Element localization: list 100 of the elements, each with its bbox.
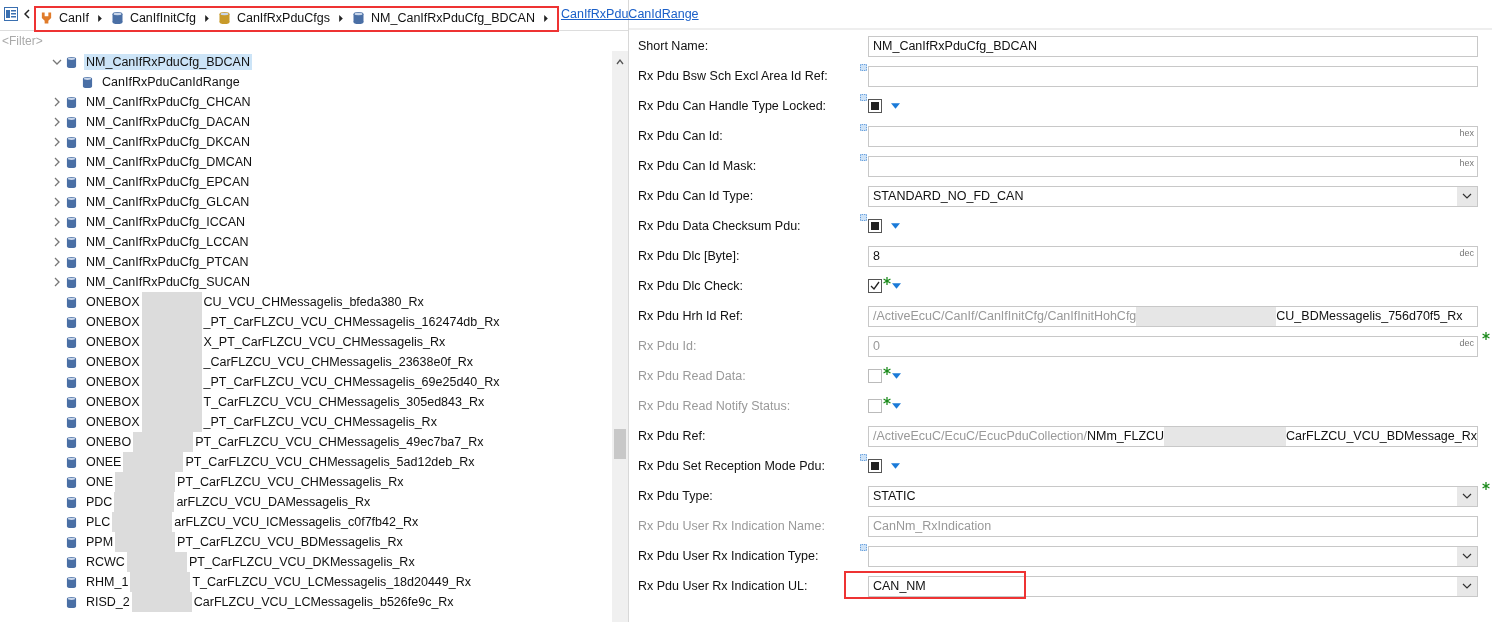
- tree-item[interactable]: NM_CanIfRxPduCfg_EPCAN: [84, 174, 252, 190]
- field-value: NM_CanIfRxPduCfg_BDCAN: [873, 39, 1037, 53]
- tree-item-text: _PT_CarFLZCU_VCU_CHMessagelis_Rx: [202, 414, 438, 430]
- text-field[interactable]: hex: [868, 155, 1478, 177]
- field-label: Rx Pdu User Rx Indication Type:: [638, 548, 820, 565]
- field-label: Rx Pdu User Rx Indication UL:: [638, 578, 809, 595]
- expander-icon[interactable]: [52, 197, 62, 207]
- field-label: Short Name:: [638, 38, 710, 55]
- tree-item[interactable]: NM_CanIfRxPduCfg_DACAN: [84, 114, 252, 130]
- tree-item[interactable]: RCWC: [84, 554, 127, 570]
- tree-item[interactable]: NM_CanIfRxPduCfg_LCCAN: [84, 234, 251, 250]
- unit-label: dec: [1459, 247, 1474, 258]
- chevron-down-icon: [1462, 191, 1472, 201]
- tree-item[interactable]: ONEE: [84, 454, 124, 470]
- dropdown-arrow-icon[interactable]: [891, 103, 900, 109]
- dropdown[interactable]: STATIC: [868, 485, 1478, 507]
- tree-item[interactable]: ONEBOX: [84, 354, 142, 370]
- breadcrumb-item[interactable]: CanIfInitCfg: [129, 11, 196, 25]
- dropdown[interactable]: CAN_NM: [868, 575, 1478, 597]
- field-label: Rx Pdu Can Id Type:: [638, 188, 755, 205]
- tree-item[interactable]: PDC: [84, 494, 115, 510]
- view-icon[interactable]: [4, 7, 18, 21]
- tree-item-text: CU_VCU_CHMessagelis_bfeda380_Rx: [202, 294, 425, 310]
- cylinder-icon: [66, 95, 77, 109]
- tree-item[interactable]: NM_CanIfRxPduCfg_DMCAN: [84, 154, 255, 170]
- tree-item[interactable]: ONEBOX: [84, 394, 142, 410]
- chevron-down-icon: [1462, 491, 1472, 501]
- tree-item[interactable]: ONEBOX: [84, 334, 142, 350]
- scroll-thumb[interactable]: [614, 429, 626, 459]
- reference-field[interactable]: /ActiveEcuC/CanIf/CanIfInitCfg/CanIfInitHohCfg CU_BDMessagelis_756d70f5_Rx: [868, 305, 1478, 327]
- breadcrumb-item[interactable]: CanIfRxPduCfgs: [236, 11, 330, 25]
- breadcrumb-item[interactable]: NM_CanIfRxPduCfg_BDCAN: [371, 11, 535, 25]
- scrollbar[interactable]: [612, 51, 628, 622]
- text-field[interactable]: hex: [868, 125, 1478, 147]
- expander-icon[interactable]: [52, 177, 62, 187]
- reference-field[interactable]: /ActiveEcuC/EcuC/EcucPduCollection/NMm_FLZCU CarFLZCU_VCU_BDMessage_Rx: [868, 425, 1478, 447]
- tree-item[interactable]: ONEBOX: [84, 414, 142, 430]
- chevron-down-icon: [1462, 581, 1472, 591]
- field-label: Rx Pdu Read Data:: [638, 368, 747, 385]
- tree-item[interactable]: ONEBOX: [84, 374, 142, 390]
- expander-icon[interactable]: [52, 97, 62, 107]
- tree-item[interactable]: NM_CanIfRxPduCfg_SUCAN: [84, 274, 252, 290]
- tree-item[interactable]: ONE: [84, 474, 116, 490]
- field-label: Rx Pdu Type:: [638, 488, 714, 505]
- unit-label: dec: [1459, 337, 1474, 348]
- tree-item[interactable]: ONEBO: [84, 434, 134, 450]
- cylinder-icon: [66, 595, 77, 609]
- tree-item-text: CarFLZCU_VCU_LCMessagelis_b526fe9c_Rx: [192, 594, 455, 610]
- field-value: CU_BDMessagelis_756d70f5_Rx: [1276, 309, 1463, 323]
- tree-item[interactable]: ONEBOX: [84, 294, 142, 310]
- tree-item[interactable]: NM_CanIfRxPduCfg_ICCAN: [84, 214, 248, 230]
- expander-icon[interactable]: [52, 277, 62, 287]
- breadcrumb-link[interactable]: CanIfRxPduCanIdRange: [560, 7, 699, 21]
- tree-item[interactable]: RISD_2: [84, 594, 132, 610]
- expander-icon[interactable]: [52, 137, 62, 147]
- expander-icon[interactable]: [52, 117, 62, 127]
- field-label: Rx Pdu Can Id:: [638, 128, 724, 145]
- expander-icon[interactable]: [52, 237, 62, 247]
- tree-item[interactable]: NM_CanIfRxPduCfg_PTCAN: [84, 254, 251, 270]
- back-icon[interactable]: [24, 9, 30, 19]
- tree-item[interactable]: NM_CanIfRxPduCfg_GLCAN: [84, 194, 252, 210]
- tree-item[interactable]: PPM: [84, 534, 116, 550]
- redaction-blur: [141, 292, 202, 312]
- field-value: /ActiveEcuC/EcuC/EcucPduCollection/: [873, 429, 1087, 443]
- cylinder-icon: [82, 75, 93, 89]
- field-label: Rx Pdu Can Handle Type Locked:: [638, 98, 828, 115]
- tree-item[interactable]: PLC: [84, 514, 113, 530]
- tree-item[interactable]: NM_CanIfRxPduCfg_CHCAN: [84, 94, 253, 110]
- cylinder-icon: [66, 575, 77, 589]
- text-field[interactable]: 8 dec: [868, 245, 1478, 267]
- cylinder-icon: [66, 215, 77, 229]
- tree-item-text: T_CarFLZCU_VCU_CHMessagelis_305ed843_Rx: [202, 394, 486, 410]
- text-field[interactable]: [868, 65, 1478, 87]
- field-label: Rx Pdu Dlc Check:: [638, 278, 744, 295]
- expander-icon[interactable]: [52, 217, 62, 227]
- field-label: Rx Pdu Dlc [Byte]:: [638, 248, 741, 265]
- text-field[interactable]: NM_CanIfRxPduCfg_BDCAN: [868, 35, 1478, 57]
- expander-icon[interactable]: [52, 157, 62, 167]
- expander-icon[interactable]: [52, 57, 62, 67]
- tree-item-text: _CarFLZCU_VCU_CHMessagelis_23638e0f_Rx: [202, 354, 475, 370]
- tree-item[interactable]: RHM_1: [84, 574, 131, 590]
- dropdown-arrow-icon[interactable]: [891, 223, 900, 229]
- checkbox[interactable]: [868, 279, 882, 293]
- tree-item[interactable]: NM_CanIfRxPduCfg_DKCAN: [84, 134, 252, 150]
- breadcrumb-item[interactable]: CanIf: [59, 11, 89, 25]
- dropdown-arrow-icon[interactable]: [891, 463, 900, 469]
- dropdown-arrow-icon[interactable]: [892, 283, 901, 289]
- cylinder-icon: [66, 395, 77, 409]
- cylinder-icon: [66, 335, 77, 349]
- cylinder-icon: [66, 295, 77, 309]
- cylinder-icon: [66, 255, 77, 269]
- tree-item[interactable]: CanIfRxPduCanIdRange: [100, 74, 242, 90]
- tree-item[interactable]: ONEBOX: [84, 314, 142, 330]
- scroll-up-icon[interactable]: [615, 57, 625, 67]
- field-label: Rx Pdu User Rx Indication Name:: [638, 518, 826, 535]
- expander-icon[interactable]: [52, 257, 62, 267]
- dropdown[interactable]: STANDARD_NO_FD_CAN: [868, 185, 1478, 207]
- cylinder-icon: [66, 115, 77, 129]
- field-label: Rx Pdu Set Reception Mode Pdu:: [638, 458, 826, 475]
- tree-item[interactable]: NM_CanIfRxPduCfg_BDCAN: [84, 54, 252, 70]
